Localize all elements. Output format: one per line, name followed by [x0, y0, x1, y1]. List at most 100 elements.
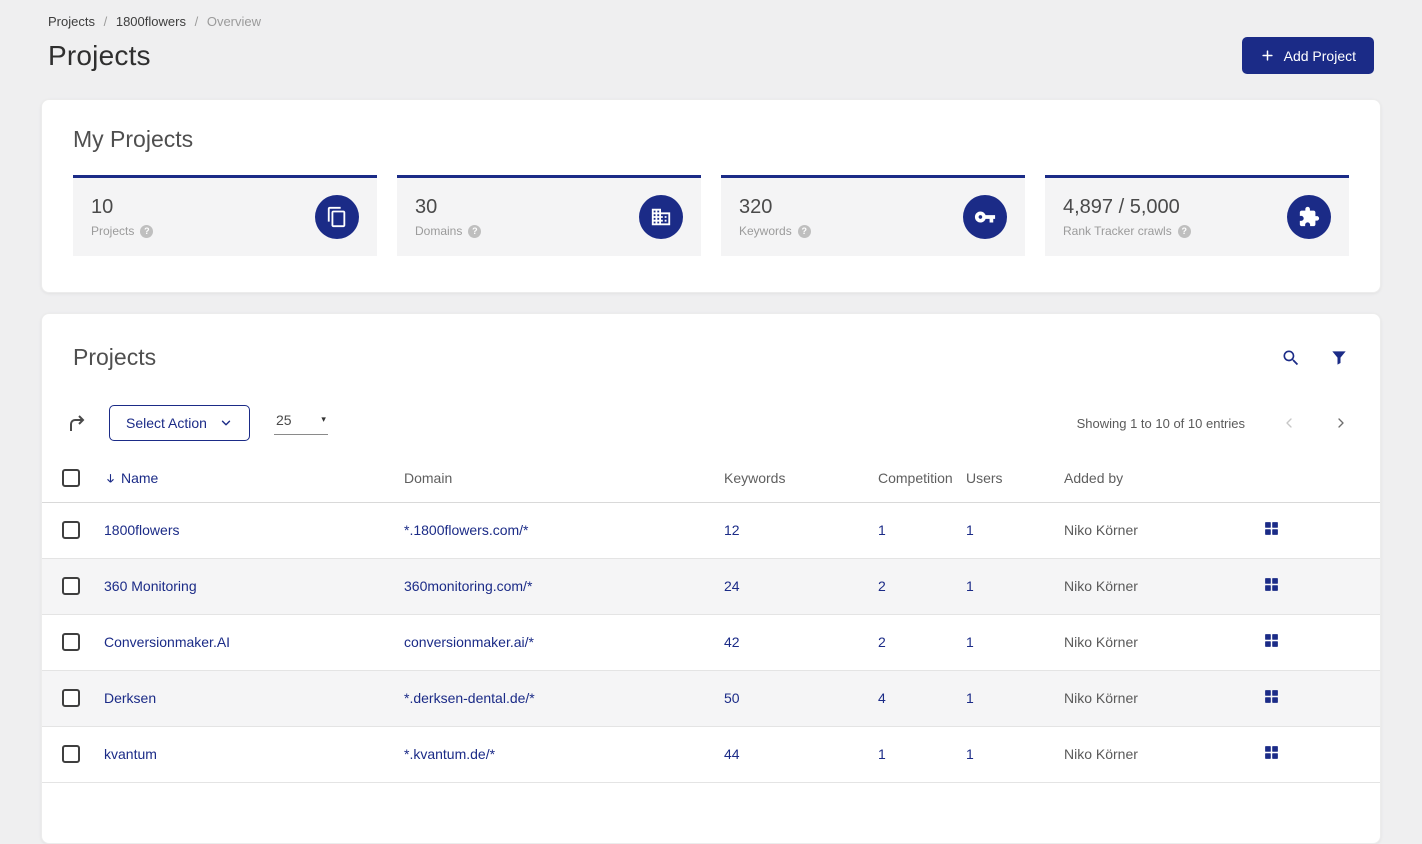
stat-tile-crawls: 4,897 / 5,000 Rank Tracker crawls [1045, 175, 1349, 256]
project-domain-link[interactable]: *.1800flowers.com/* [404, 522, 529, 538]
dashboard-grid-icon[interactable] [1263, 520, 1280, 537]
row-checkbox[interactable] [62, 577, 80, 595]
row-checkbox[interactable] [62, 689, 80, 707]
project-name-link[interactable]: Conversionmaker.AI [104, 634, 230, 650]
project-competition-link[interactable]: 1 [878, 522, 886, 538]
projects-table: Name Domain Keywords Competition Users A… [42, 455, 1380, 783]
export-arrow-icon[interactable] [65, 411, 89, 435]
dashboard-grid-icon[interactable] [1263, 576, 1280, 593]
building-icon [639, 195, 683, 239]
stat-tile-projects: 10 Projects [73, 175, 377, 256]
dashboard-grid-icon[interactable] [1263, 632, 1280, 649]
stat-tile-keywords: 320 Keywords [721, 175, 1025, 256]
row-checkbox[interactable] [62, 521, 80, 539]
added-by-text: Niko Körner [1064, 558, 1263, 615]
column-header-added-by[interactable]: Added by [1064, 455, 1263, 503]
row-checkbox[interactable] [62, 745, 80, 763]
page-size-select[interactable]: 25 [275, 411, 292, 428]
added-by-text: Niko Körner [1064, 726, 1263, 783]
project-keywords-link[interactable]: 42 [724, 634, 740, 650]
project-users-link[interactable]: 1 [966, 746, 974, 762]
help-icon[interactable] [140, 224, 154, 238]
project-keywords-link[interactable]: 12 [724, 522, 740, 538]
column-header-keywords[interactable]: Keywords [724, 455, 878, 503]
showing-entries-text: Showing 1 to 10 of 10 entries [1076, 415, 1245, 431]
stat-label: Keywords [739, 224, 792, 238]
project-domain-link[interactable]: *.kvantum.de/* [404, 746, 495, 762]
column-header-name[interactable]: Name [104, 455, 404, 503]
add-project-button[interactable]: Add Project [1241, 37, 1374, 74]
select-all-checkbox[interactable] [62, 469, 80, 488]
select-action-button[interactable]: Select Action [109, 405, 250, 441]
added-by-text: Niko Körner [1064, 502, 1263, 559]
table-row: 360 Monitoring 360monitoring.com/* 24 2 … [42, 558, 1380, 615]
page-title: Projects [48, 39, 151, 71]
project-keywords-link[interactable]: 50 [724, 690, 740, 706]
project-domain-link[interactable]: *.derksen-dental.de/* [404, 690, 535, 706]
stats-row: 10 Projects 30 Domains [73, 175, 1349, 256]
my-projects-card: My Projects 10 Projects 30 [41, 99, 1381, 293]
breadcrumb: Projects / 1800flowers / Overview [41, 0, 1381, 29]
stat-label: Domains [415, 224, 463, 238]
stat-value: 30 [415, 196, 438, 218]
chevron-down-icon [221, 420, 231, 426]
project-keywords-link[interactable]: 24 [724, 578, 740, 594]
projects-list-card: Projects Select Action 25 ▾ Showing 1 to… [41, 313, 1381, 844]
table-toolbar: Select Action 25 ▾ Showing 1 to 10 of 10… [42, 405, 1380, 441]
key-icon [963, 195, 1007, 239]
filter-icon[interactable] [1329, 348, 1349, 368]
project-users-link[interactable]: 1 [966, 578, 974, 594]
stat-label: Rank Tracker crawls [1063, 224, 1172, 238]
add-project-label: Add Project [1283, 47, 1356, 64]
page-header: Projects Add Project [41, 29, 1381, 74]
my-projects-title: My Projects [73, 126, 194, 152]
project-domain-link[interactable]: conversionmaker.ai/* [404, 634, 534, 650]
help-icon[interactable] [1177, 224, 1191, 238]
help-icon[interactable] [797, 224, 811, 238]
breadcrumb-projects[interactable]: Projects [48, 14, 95, 29]
table-row: 1800flowers *.1800flowers.com/* 12 1 1 N… [42, 502, 1380, 559]
stat-label: Projects [91, 224, 135, 238]
stat-value: 10 [91, 196, 114, 218]
table-row: Derksen *.derksen-dental.de/* 50 4 1 Nik… [42, 670, 1380, 727]
project-name-link[interactable]: 360 Monitoring [104, 578, 197, 594]
pagination-next-icon[interactable] [1333, 415, 1349, 431]
breadcrumb-separator: / [194, 14, 199, 29]
breadcrumb-separator: / [103, 14, 108, 29]
plus-icon [1262, 50, 1273, 61]
select-action-label: Select Action [126, 415, 207, 431]
column-header-actions [1263, 455, 1380, 503]
column-header-competition[interactable]: Competition [878, 455, 966, 503]
table-row: kvantum *.kvantum.de/* 44 1 1 Niko Körne… [42, 726, 1380, 783]
dashboard-grid-icon[interactable] [1263, 688, 1280, 705]
project-competition-link[interactable]: 2 [878, 578, 886, 594]
breadcrumb-overview: Overview [206, 14, 262, 29]
row-checkbox[interactable] [62, 633, 80, 651]
table-row: Conversionmaker.AI conversionmaker.ai/* … [42, 614, 1380, 671]
project-users-link[interactable]: 1 [966, 634, 974, 650]
pagination-prev-icon[interactable] [1281, 415, 1297, 431]
sort-arrow-down-icon [104, 472, 117, 485]
project-users-link[interactable]: 1 [966, 690, 974, 706]
added-by-text: Niko Körner [1064, 614, 1263, 671]
caret-down-icon: ▾ [321, 414, 326, 424]
help-icon[interactable] [468, 224, 482, 238]
project-users-link[interactable]: 1 [966, 522, 974, 538]
project-name-link[interactable]: kvantum [104, 746, 157, 762]
column-header-domain[interactable]: Domain [404, 455, 724, 503]
project-keywords-link[interactable]: 44 [724, 746, 740, 762]
puzzle-icon [1287, 195, 1331, 239]
project-competition-link[interactable]: 2 [878, 634, 886, 650]
projects-card-title: Projects [73, 344, 157, 370]
search-icon[interactable] [1281, 348, 1301, 368]
project-domain-link[interactable]: 360monitoring.com/* [404, 578, 532, 594]
column-header-users[interactable]: Users [966, 455, 1064, 503]
dashboard-grid-icon[interactable] [1263, 744, 1280, 761]
stat-tile-domains: 30 Domains [397, 175, 701, 256]
project-competition-link[interactable]: 4 [878, 690, 886, 706]
project-name-link[interactable]: Derksen [104, 690, 156, 706]
project-competition-link[interactable]: 1 [878, 746, 886, 762]
project-name-link[interactable]: 1800flowers [104, 522, 180, 538]
breadcrumb-1800flowers[interactable]: 1800flowers [116, 14, 186, 29]
stat-value: 320 [739, 196, 773, 218]
